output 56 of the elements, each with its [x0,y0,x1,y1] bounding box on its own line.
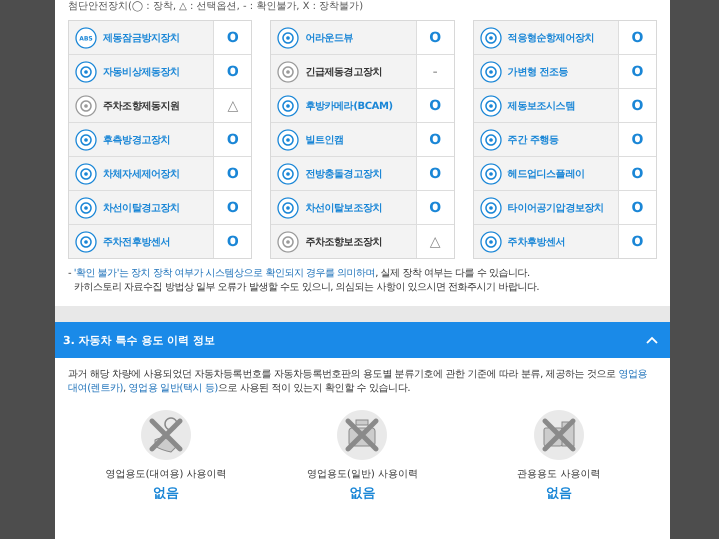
section-header[interactable]: 3. 자동차 특수 용도 이력 정보 [55,322,670,358]
crossed-taxi-icon [337,410,388,460]
device-name: 주차전후방센서 [103,236,170,248]
value-cell-text: O [630,198,644,218]
device-name: 긴급제동경고장치 [305,66,382,78]
usage-value: 없음 [349,485,376,502]
crossed-truck-icon [534,410,584,460]
note-text: - '확인 불가'는 장치 장착 여부가 시스템상으로 확인되지 경우를 의미하며, 실제 장착 여부는 다를 수 있습니다. [68,267,531,281]
device-name: 적응형순항제어장치 [508,32,594,44]
value-cell-text: O [226,164,240,184]
device-name: 후방카메라(BCAM) [305,100,393,112]
device-name: 차체자세제어장치 [103,168,180,180]
device-name: 자동비상제동장치 [103,66,180,78]
device-name: 제동잠금방지장치 [103,32,180,44]
value-cell-text: O [226,28,240,48]
description-text: 과거 해당 차량에 사용되었던 자동차등록번호를 자동차등록번호판의 용도별 분류기호에 관한 기준에 따라 분류, 제공하는 것으로 영업용 대여(렌트카), 영업용 일반(택시 등)으로 사용된 적이 있는지 확인할 수 있습니다. [68,368,648,396]
usage-label: 영업용도(일반) 사용이력 [306,468,418,481]
usage-label: 관용용도 사용이력 [517,468,600,481]
value-cell-text: O [630,28,644,48]
device-name: 후측방경고장치 [103,134,170,146]
device-name: 제동보조시스템 [508,100,575,112]
device-name: 헤드업디스플레이 [508,168,584,180]
device-name: 가변형 전조등 [508,66,568,78]
usage-label: 영업용도(대여용) 사용이력 [106,468,227,481]
legend-text: 첨단안전장치(◯ : 장착, △ : 선택옵션, - : 확인불가, X : 장착불가) [68,0,364,14]
value-cell-text: O [630,232,644,252]
usage-value: 없음 [546,485,572,502]
value-cell-text: O [226,62,240,82]
value-cell-text: O [428,198,442,218]
note-text: 카히스토리 자료수집 방법상 일부 오류가 발생할 수도 있으니, 의심되는 사항이 있으시면 전화주시기 바랍니다. [73,281,540,295]
device-name: 빌트인캠 [305,134,344,146]
device-name: 주차조향제동지원 [103,100,180,112]
value-cell-text: △ [428,232,442,252]
device-name: 전방충돌경고장치 [305,168,382,180]
device-name: 어라운드뷰 [305,32,354,44]
value-cell-text: O [428,130,442,150]
device-name: 타이어공기압경보장치 [508,202,604,214]
value-cell-text: O [428,28,442,48]
device-name: 차선이탈보조장치 [305,202,382,214]
value-cell-text: O [630,96,644,116]
value-cell-text: O [630,164,644,184]
value-cell-text: O [226,232,240,252]
usage-value: 없음 [153,485,180,502]
value-cell-text: O [428,96,442,116]
value-cell-text: O [630,130,644,150]
device-name: 주차후방센서 [508,236,566,248]
device-name: 주차조향보조장치 [305,236,382,248]
value-cell-text: O [630,62,644,82]
value-cell-text: O [226,198,240,218]
device-name: 차선이탈경고장치 [103,202,180,214]
value-cell-text: O [226,130,240,150]
device-name: 주간 주행등 [508,134,559,146]
section-title: 3. 자동차 특수 용도 이력 정보 [63,332,215,348]
value-cell-text: △ [226,96,240,116]
value-cell-text: - [432,62,439,82]
value-cell-text: O [428,164,442,184]
